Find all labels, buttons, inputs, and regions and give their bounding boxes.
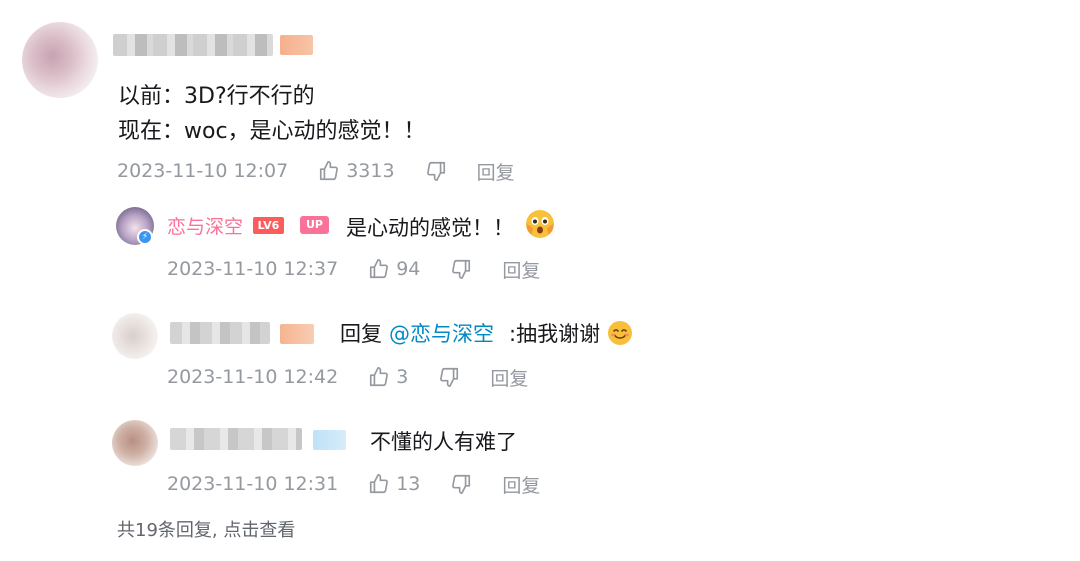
dislike-button[interactable] <box>425 160 447 182</box>
thumbs-up-icon <box>320 161 339 181</box>
smile-face-icon <box>608 321 632 345</box>
like-button[interactable]: 3313 <box>318 160 395 182</box>
avatar[interactable] <box>22 22 98 98</box>
reply-meta: 2023-11-10 12:42 3 回复 <box>167 363 528 391</box>
view-all-replies-link[interactable]: 共19条回复, 点击查看 <box>117 516 295 542</box>
like-button[interactable]: 94 <box>368 258 420 280</box>
shocked-face-icon <box>526 210 554 238</box>
like-count: 13 <box>396 473 421 495</box>
verified-icon: ⚡ <box>137 229 153 245</box>
user-badge-blurred <box>280 35 313 55</box>
dislike-button[interactable] <box>450 258 472 280</box>
reply-text: 不懂的人有难了 <box>370 430 517 454</box>
reply-text: :抽我谢谢 <box>509 322 601 346</box>
thumbs-up-icon <box>370 367 389 387</box>
thumbs-down-icon <box>440 367 459 387</box>
like-count: 3313 <box>346 160 395 182</box>
reply-prefix: 回复 <box>340 322 382 346</box>
thumbs-up-icon <box>370 259 389 279</box>
reply-meta: 2023-11-10 12:31 13 回复 <box>167 470 540 498</box>
dislike-button[interactable] <box>438 366 460 388</box>
thumbs-down-icon <box>426 161 445 181</box>
up-badge: UP <box>300 216 329 234</box>
user-badge-blurred <box>280 324 314 344</box>
reply-button[interactable]: 回复 <box>502 256 540 283</box>
dislike-button[interactable] <box>450 473 472 495</box>
reply-time: 2023-11-10 12:31 <box>167 473 339 495</box>
comment-text-line2: 现在：woc，是心动的感觉！！ <box>118 119 426 144</box>
thumbs-down-icon <box>452 259 471 279</box>
reply-text: 是心动的感觉！！ <box>346 216 514 240</box>
user-badge-blurred <box>313 430 346 450</box>
comment-text-line1: 以前：3D?行不行的 <box>118 84 315 109</box>
like-count: 3 <box>396 366 409 388</box>
reply-time: 2023-11-10 12:37 <box>167 258 339 280</box>
avatar[interactable] <box>112 313 158 359</box>
level-badge: LV6 <box>253 217 284 234</box>
like-button[interactable]: 13 <box>368 473 420 495</box>
reply-meta: 2023-11-10 12:37 94 回复 <box>167 255 540 283</box>
comment-meta: 2023-11-10 12:07 3313 回复 <box>117 157 515 185</box>
reply-username[interactable]: 恋与深空 <box>167 212 243 239</box>
avatar[interactable] <box>112 420 158 466</box>
comment-time: 2023-11-10 12:07 <box>117 160 289 182</box>
thumbs-down-icon <box>452 474 471 494</box>
like-count: 94 <box>396 258 421 280</box>
reply-time: 2023-11-10 12:42 <box>167 366 339 388</box>
username-blurred[interactable] <box>170 322 270 344</box>
reply-button[interactable]: 回复 <box>477 158 515 185</box>
reply-button[interactable]: 回复 <box>490 364 528 391</box>
mention-link[interactable]: @恋与深空 <box>389 318 494 348</box>
like-button[interactable]: 3 <box>368 366 408 388</box>
reply-button[interactable]: 回复 <box>502 471 540 498</box>
username-blurred[interactable] <box>170 428 302 450</box>
thumbs-up-icon <box>370 474 389 494</box>
username-blurred[interactable] <box>113 34 273 56</box>
